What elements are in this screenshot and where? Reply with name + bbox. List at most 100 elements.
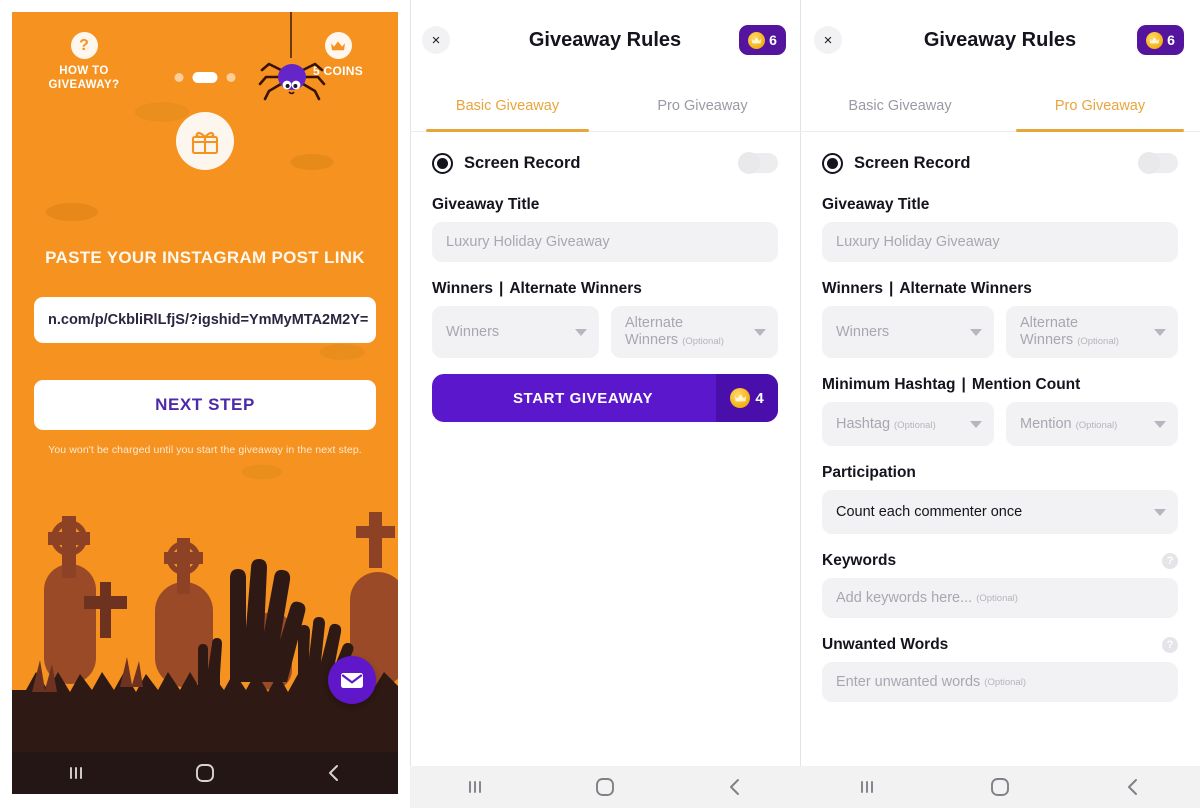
panel-giveaway-rules-basic: × Giveaway Rules 6 Basic Giveaway Pro Gi… [410,0,800,808]
screen-record-radio[interactable] [822,152,843,174]
page-dot-3[interactable] [226,73,236,82]
keywords-optional: (Optional) [976,592,1018,604]
winners-section-label: Winners | Alternate Winners [432,280,778,298]
winners-label-separator: | [499,280,504,297]
winners-selects-row: Winners Alternate Winners (Optional) [432,306,778,358]
participation-select[interactable]: Count each commenter once [822,490,1178,534]
chevron-down-icon [1154,420,1166,428]
question-mark-icon[interactable]: ? [1162,553,1178,569]
giveaway-title-input[interactable]: Luxury Holiday Giveaway [432,222,778,262]
back-icon[interactable] [1103,766,1163,808]
hashtag-select[interactable]: Hashtag (Optional) [822,402,994,446]
winners-label-right: Alternate Winners [509,280,642,297]
alternate-winners-line1: Alternate [1020,315,1079,332]
giveaway-header-pro: × Giveaway Rules 6 [800,0,1200,80]
back-icon[interactable] [304,752,364,794]
radio-dot [437,157,448,169]
page-indicator[interactable] [174,72,236,83]
tab-basic-giveaway[interactable]: Basic Giveaway [410,80,605,132]
alternate-winners-line2: Winners [1020,332,1074,348]
instagram-link-input[interactable]: n.com/p/CkbliRlLfjS/?igshid=YmMyMTA2M2Y= [34,297,376,343]
hashtag-select-value: Hashtag [836,415,891,432]
mention-select[interactable]: Mention (Optional) [1006,402,1178,446]
tab-pro-giveaway-label: Pro Giveaway [657,98,748,114]
hashtag-section-label: Minimum Hashtag | Mention Count [822,376,1178,394]
home-icon[interactable] [175,752,235,794]
winners-select[interactable]: Winners [432,306,599,358]
giveaway-title-label: Giveaway Title [432,196,540,213]
keywords-input[interactable]: Add keywords here... (Optional) [822,578,1178,618]
page-dot-1[interactable] [174,73,184,82]
giveaway-title-label: Giveaway Title [822,196,930,213]
screen-record-label: Screen Record [464,153,581,172]
tab-basic-giveaway[interactable]: Basic Giveaway [800,80,1000,132]
start-giveaway-button[interactable]: START GIVEAWAY 4 [432,374,778,422]
crown-icon [324,32,352,59]
back-icon[interactable] [705,766,765,808]
chevron-down-icon [970,328,982,336]
screen-record-row[interactable]: Screen Record [822,148,1178,178]
coin-icon [1146,31,1164,49]
winners-label-right: Alternate Winners [899,280,1032,297]
alternate-winners-select[interactable]: Alternate Winners (Optional) [1006,306,1178,358]
tab-pro-giveaway[interactable]: Pro Giveaway [605,80,800,132]
hashtag-selects-row: Hashtag (Optional) Mention (Optional) [822,402,1178,446]
chevron-down-icon [1154,508,1166,516]
android-navbar-panel3 [800,766,1200,808]
toggle-knob [1138,152,1160,174]
coin-balance-badge[interactable]: 6 [739,25,786,55]
alternate-winners-select[interactable]: Alternate Winners (Optional) [611,306,778,358]
question-mark-icon[interactable]: ? [1162,637,1178,653]
charge-note: You won't be charged until you start the… [48,444,362,456]
message-fab-button[interactable] [328,656,376,704]
alternate-winners-optional: (Optional) [1077,336,1119,347]
android-navbar-panel1 [12,752,398,794]
close-button[interactable]: × [422,26,450,54]
next-step-button[interactable]: NEXT STEP [34,380,376,430]
chevron-down-icon [754,328,766,336]
question-mark-icon: ? [70,32,98,59]
paste-link-heading: PASTE YOUR INSTAGRAM POST LINK [45,248,365,267]
page-dot-2-active[interactable] [192,72,218,83]
radio-dot [827,157,838,169]
screen-record-row[interactable]: Screen Record [432,148,778,178]
coin-balance-badge[interactable]: 6 [1137,25,1184,55]
how-to-giveaway-button[interactable]: ? HOW TO GIVEAWAY? [36,32,132,93]
giveaway-form-basic: Screen Record Giveaway Title Luxury Holi… [410,148,800,422]
home-icon[interactable] [575,766,635,808]
recents-icon[interactable] [837,766,897,808]
alternate-winners-line1: Alternate [625,315,684,332]
winners-selects-row: Winners Alternate Winners (Optional) [822,306,1178,358]
screen-record-toggle[interactable] [1138,152,1178,174]
hashtag-label-left: Minimum Hashtag [822,376,956,393]
graveyard-illustration [12,482,398,752]
screen-record-radio[interactable] [432,152,453,174]
mention-optional: (Optional) [1075,419,1118,431]
participation-label: Participation [822,464,916,481]
mention-select-value: Mention [1020,415,1072,432]
unwanted-words-optional: (Optional) [984,676,1026,688]
keywords-label: Keywords [822,552,897,569]
winners-select[interactable]: Winners [822,306,994,358]
home-icon[interactable] [970,766,1030,808]
giveaway-tabs-basic: Basic Giveaway Pro Giveaway [410,80,800,132]
giveaway-title-input[interactable]: Luxury Holiday Giveaway [822,222,1178,262]
unwanted-words-label-row: Unwanted Words ? [822,636,1178,654]
tab-basic-giveaway-label: Basic Giveaway [848,98,952,114]
keywords-label-row: Keywords ? [822,552,1178,570]
winners-select-value: Winners [836,323,890,340]
close-button[interactable]: × [814,26,842,54]
recents-icon[interactable] [46,752,106,794]
winners-label-left: Winners [432,280,494,297]
winners-section-label: Winners | Alternate Winners [822,280,1178,298]
tab-pro-giveaway[interactable]: Pro Giveaway [1000,80,1200,132]
screen-record-toggle[interactable] [738,152,778,174]
unwanted-words-input[interactable]: Enter unwanted words (Optional) [822,662,1178,702]
how-to-line-1: HOW TO [59,65,109,77]
recents-icon[interactable] [445,766,505,808]
start-giveaway-cost: 4 [716,374,778,422]
giveaway-tabs-pro: Basic Giveaway Pro Giveaway [800,80,1200,132]
phone-screen-halloween: ? HOW TO GIVEAWAY? 5 COINS PASTE YOUR IN… [12,12,398,794]
unwanted-words-placeholder: Enter unwanted words [836,674,981,690]
alternate-winners-optional: (Optional) [682,336,724,347]
